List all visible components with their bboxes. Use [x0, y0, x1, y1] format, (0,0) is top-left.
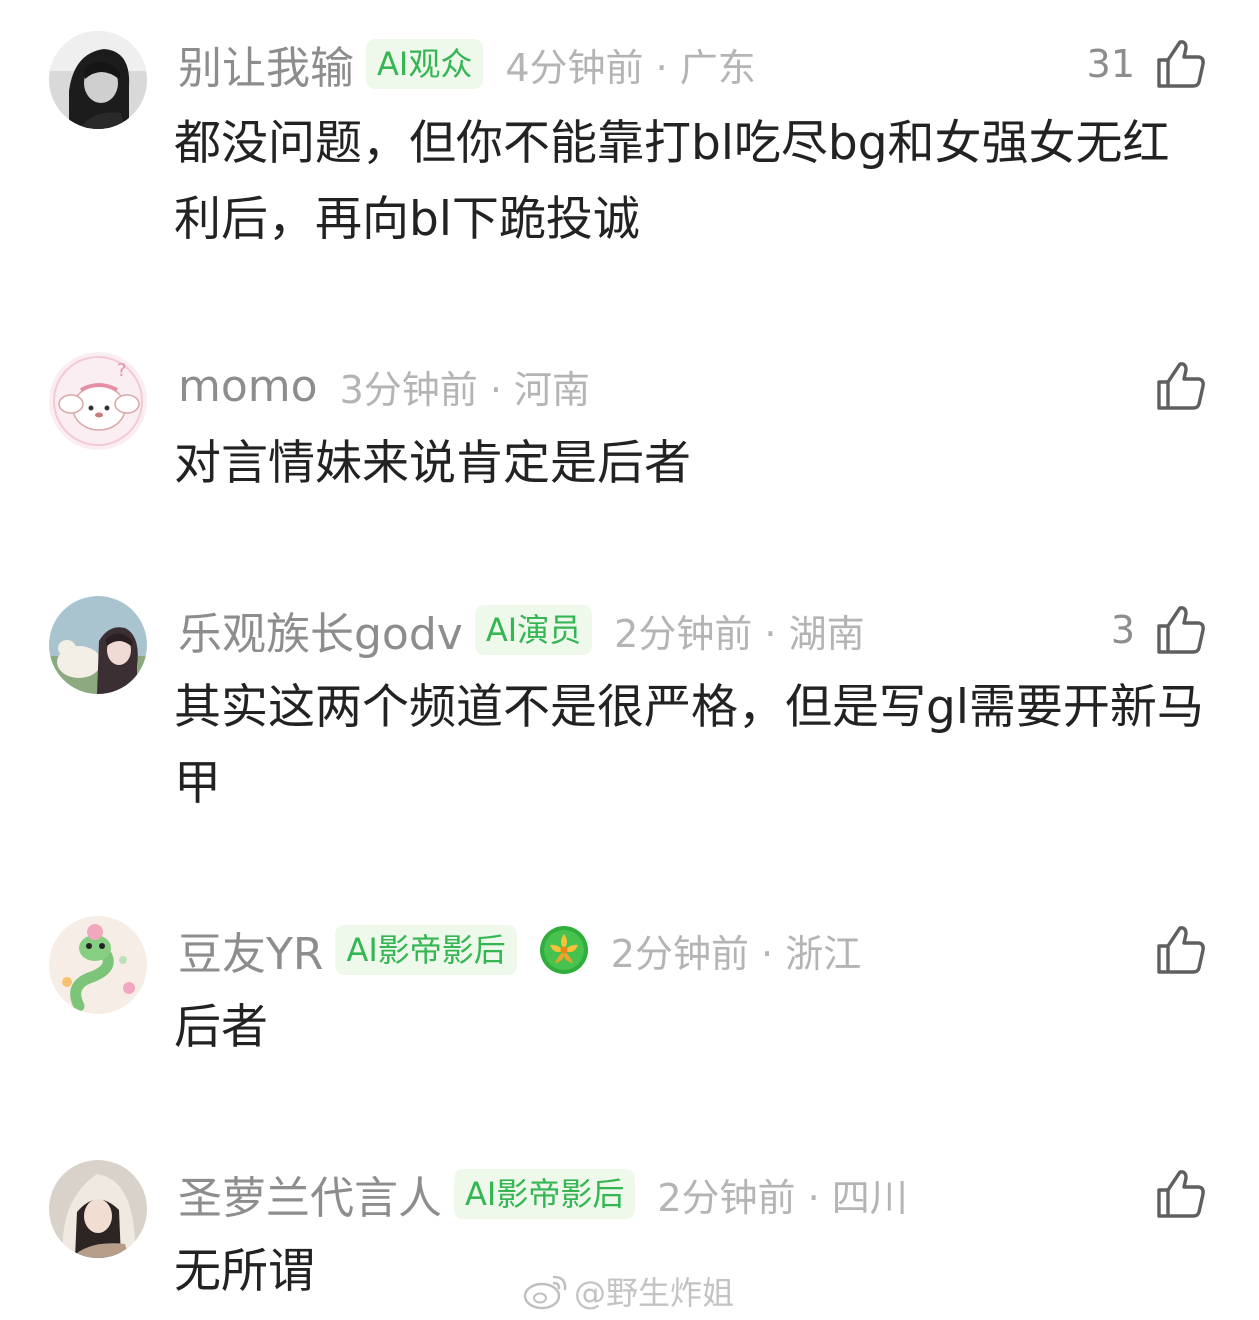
avatar[interactable] [49, 596, 147, 694]
thumbs-up-icon [1157, 1170, 1205, 1218]
comment-header: 乐观族长godv AI演员 2分钟前 · 湖南 [178, 600, 865, 660]
ai-badge: AI观众 [366, 39, 484, 89]
comment-text: 都没问题，但你不能靠打bl吃尽bg和女强女无红利后，再向bl下跪投诚 [174, 116, 1170, 247]
thumbs-up-icon [1157, 40, 1205, 88]
like-count: 3 [1110, 608, 1135, 652]
thumbs-up-icon [1157, 606, 1205, 654]
like-count: 31 [1086, 42, 1135, 86]
svg-text:?: ? [117, 360, 127, 381]
flower-medal-icon [539, 925, 589, 975]
comment-header: 别让我输 AI观众 4分钟前 · 广东 [178, 34, 756, 94]
timestamp-location: 3分钟前 · 河南 [339, 367, 590, 412]
timestamp-location: 2分钟前 · 湖南 [614, 611, 865, 656]
ai-badge: AI影帝影后 [335, 925, 517, 975]
thumbs-up-icon [1157, 926, 1205, 974]
username[interactable]: 别让我输 [178, 32, 354, 96]
username[interactable]: 圣萝兰代言人 [178, 1162, 442, 1226]
timestamp-location: 2分钟前 · 四川 [657, 1175, 908, 1220]
comment-header: 豆友YR AI影帝影后 2分钟前 · 浙江 [178, 920, 861, 980]
avatar[interactable] [49, 1160, 147, 1258]
username[interactable]: 豆友YR [178, 918, 323, 982]
timestamp-location: 2分钟前 · 浙江 [610, 931, 862, 976]
comment-header: 圣萝兰代言人 AI影帝影后 2分钟前 · 四川 [178, 1164, 908, 1224]
weibo-logo-icon [523, 1275, 567, 1310]
watermark: @野生炸姐 [522, 1266, 734, 1316]
avatar[interactable] [49, 916, 147, 1014]
username[interactable]: 乐观族长godv [178, 598, 463, 662]
like-button[interactable]: 31 [1087, 34, 1207, 94]
like-button[interactable]: 3 [1111, 600, 1207, 660]
avatar[interactable] [49, 31, 147, 129]
like-button[interactable] [1155, 356, 1207, 416]
comment-text: 后者 [174, 1000, 268, 1055]
username[interactable]: momo [178, 361, 318, 412]
comment-header: momo 3分钟前 · 河南 [178, 356, 590, 416]
comment-text: 其实这两个频道不是很严格，但是写gl需要开新马甲 [174, 680, 1204, 811]
like-button[interactable] [1155, 1164, 1207, 1224]
ai-badge: AI演员 [474, 605, 593, 655]
timestamp-location: 4分钟前 · 广东 [505, 45, 756, 90]
avatar[interactable]: ? [49, 352, 147, 450]
comment-text: 对言情妹来说肯定是后者 [174, 436, 691, 491]
thumbs-up-icon [1157, 362, 1205, 410]
watermark-text: @野生炸姐 [574, 1274, 735, 1312]
like-button[interactable] [1155, 920, 1207, 980]
ai-badge: AI影帝影后 [454, 1169, 636, 1219]
